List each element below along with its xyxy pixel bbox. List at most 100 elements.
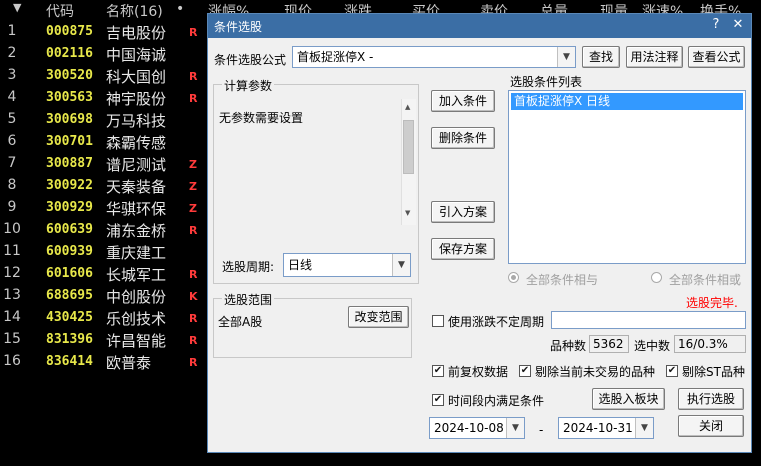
stock-name: 长城军工	[106, 266, 167, 284]
scroll-thumb[interactable]	[403, 120, 414, 174]
stock-name: 神宇股份	[106, 90, 167, 108]
formula-select-value: 首板捉涨停X -	[297, 50, 374, 64]
row-index: 4	[7, 89, 17, 105]
chevron-down-icon[interactable]: ▼	[392, 254, 410, 276]
table-row[interactable]: 9 300929 华骐环保 Z	[0, 197, 210, 219]
dialog-title: 条件选股	[214, 20, 263, 34]
row-index: 2	[7, 45, 17, 61]
stock-name: 吉电股份	[106, 24, 167, 42]
exclude-untraded-label: 剔除当前未交易的品种	[535, 365, 656, 379]
chevron-down-icon[interactable]: ▼	[557, 47, 575, 67]
params-text: 无参数需要设置	[219, 111, 304, 125]
sort-down-icon[interactable]: ▼	[13, 1, 21, 14]
uncertain-period-checkbox[interactable]	[432, 315, 444, 327]
stock-flag: Z	[189, 202, 197, 215]
row-index: 3	[7, 67, 17, 83]
chevron-down-icon[interactable]: ▼	[635, 418, 653, 438]
table-row[interactable]: 7 300887 谱尼测试 Z	[0, 153, 210, 175]
table-row[interactable]: 4 300563 神宇股份 R	[0, 87, 210, 109]
formula-select[interactable]: 首板捉涨停X - ▼	[292, 46, 576, 68]
stock-code: 002116	[46, 46, 93, 61]
scroll-up-icon[interactable]: ▲	[405, 103, 410, 111]
condition-list[interactable]: 首板捉涨停X 日线	[508, 90, 746, 264]
date-to-input[interactable]: 2024-10-31 ▼	[558, 417, 654, 439]
stock-name: 中国海诚	[106, 46, 167, 64]
formula-label: 条件选股公式	[214, 53, 287, 67]
row-index: 1	[7, 23, 17, 39]
change-range-button[interactable]: 改变范围	[348, 306, 409, 328]
stock-name: 浦东金桥	[106, 222, 167, 240]
radio-and[interactable]	[508, 272, 519, 283]
stock-flag: R	[189, 356, 198, 369]
delete-condition-button[interactable]: 删除条件	[431, 127, 495, 149]
table-row[interactable]: 15 831396 许昌智能 R	[0, 329, 210, 351]
range-group-title: 选股范围	[222, 291, 275, 308]
exclude-untraded-checkbox[interactable]: ✔	[519, 365, 531, 377]
import-plan-button[interactable]: 引入方案	[431, 201, 495, 223]
save-plan-button[interactable]: 保存方案	[431, 238, 495, 260]
stock-flag: K	[189, 290, 198, 303]
column-header-name[interactable]: 名称(16)	[106, 1, 163, 21]
exclude-st-checkbox[interactable]: ✔	[666, 365, 678, 377]
row-index: 10	[3, 221, 21, 237]
stock-name: 万马科技	[106, 112, 167, 130]
row-index: 9	[7, 199, 17, 215]
stock-code: 600939	[46, 244, 93, 259]
adjusted-data-checkbox[interactable]: ✔	[432, 365, 444, 377]
table-row[interactable]: 10 600639 浦东金桥 R	[0, 219, 210, 241]
table-row[interactable]: 14 430425 乐创技术 R	[0, 307, 210, 329]
list-item[interactable]: 首板捉涨停X 日线	[511, 93, 743, 110]
row-index: 8	[7, 177, 17, 193]
scroll-down-icon[interactable]: ▼	[405, 209, 410, 217]
stock-count-label: 品种数	[550, 339, 587, 353]
stock-code: 300887	[46, 156, 93, 171]
table-row[interactable]: 8 300922 天秦装备 Z	[0, 175, 210, 197]
find-button[interactable]: 查找	[582, 46, 620, 68]
dialog-titlebar[interactable]: 条件选股 ? ✕	[208, 14, 751, 38]
add-condition-button[interactable]: 加入条件	[431, 90, 495, 112]
close-button[interactable]: 关闭	[678, 415, 744, 437]
table-row[interactable]: 11 600939 重庆建工	[0, 241, 210, 263]
column-header-dot[interactable]: •	[176, 1, 184, 17]
stock-code: 300563	[46, 90, 93, 105]
date-from-input[interactable]: 2024-10-08 ▼	[429, 417, 525, 439]
help-icon[interactable]: ?	[708, 17, 724, 33]
row-index: 7	[7, 155, 17, 171]
row-index: 14	[3, 309, 21, 325]
table-row[interactable]: 6 300701 森霸传感	[0, 131, 210, 153]
params-scrollbar[interactable]: ▲ ▼	[401, 99, 416, 225]
table-row[interactable]: 1 000875 吉电股份 R	[0, 21, 210, 43]
stock-name: 森霸传感	[106, 134, 167, 152]
row-index: 6	[7, 133, 17, 149]
period-satisfy-label: 时间段内满足条件	[448, 394, 545, 408]
row-index: 15	[3, 331, 21, 347]
stock-flag: R	[189, 334, 198, 347]
stock-code: 601606	[46, 266, 93, 281]
uncertain-period-input[interactable]	[551, 311, 746, 329]
period-satisfy-checkbox[interactable]: ✔	[432, 394, 444, 406]
period-select[interactable]: 日线 ▼	[283, 253, 411, 277]
table-row[interactable]: 2 002116 中国海诚	[0, 43, 210, 65]
add-to-board-button[interactable]: 选股入板块	[592, 388, 665, 410]
uncertain-period-label: 使用涨跌不定周期	[448, 315, 545, 329]
chevron-down-icon[interactable]: ▼	[506, 418, 524, 438]
view-formula-button[interactable]: 查看公式	[688, 46, 745, 68]
column-header-code[interactable]: 代码	[46, 1, 74, 21]
usage-notes-button[interactable]: 用法注释	[626, 46, 683, 68]
radio-or[interactable]	[651, 272, 662, 283]
table-row[interactable]: 12 601606 长城军工 R	[0, 263, 210, 285]
params-group: 计算参数 无参数需要设置 ▲ ▼ 选股周期: 日线 ▼	[213, 77, 419, 284]
condition-list-title: 选股条件列表	[510, 75, 583, 89]
table-row[interactable]: 3 300520 科大国创 R	[0, 65, 210, 87]
row-index: 5	[7, 111, 17, 127]
close-icon[interactable]: ✕	[730, 17, 746, 33]
execute-button[interactable]: 执行选股	[678, 388, 744, 410]
table-row[interactable]: 5 300698 万马科技	[0, 109, 210, 131]
table-row[interactable]: 13 688695 中创股份 K	[0, 285, 210, 307]
stock-flag: R	[189, 268, 198, 281]
selected-count-label: 选中数	[634, 339, 671, 353]
stock-code: 688695	[46, 288, 93, 303]
date-to-value: 2024-10-31	[563, 421, 633, 435]
stock-name: 科大国创	[106, 68, 167, 86]
table-row[interactable]: 16 836414 欧普泰 R	[0, 351, 210, 373]
